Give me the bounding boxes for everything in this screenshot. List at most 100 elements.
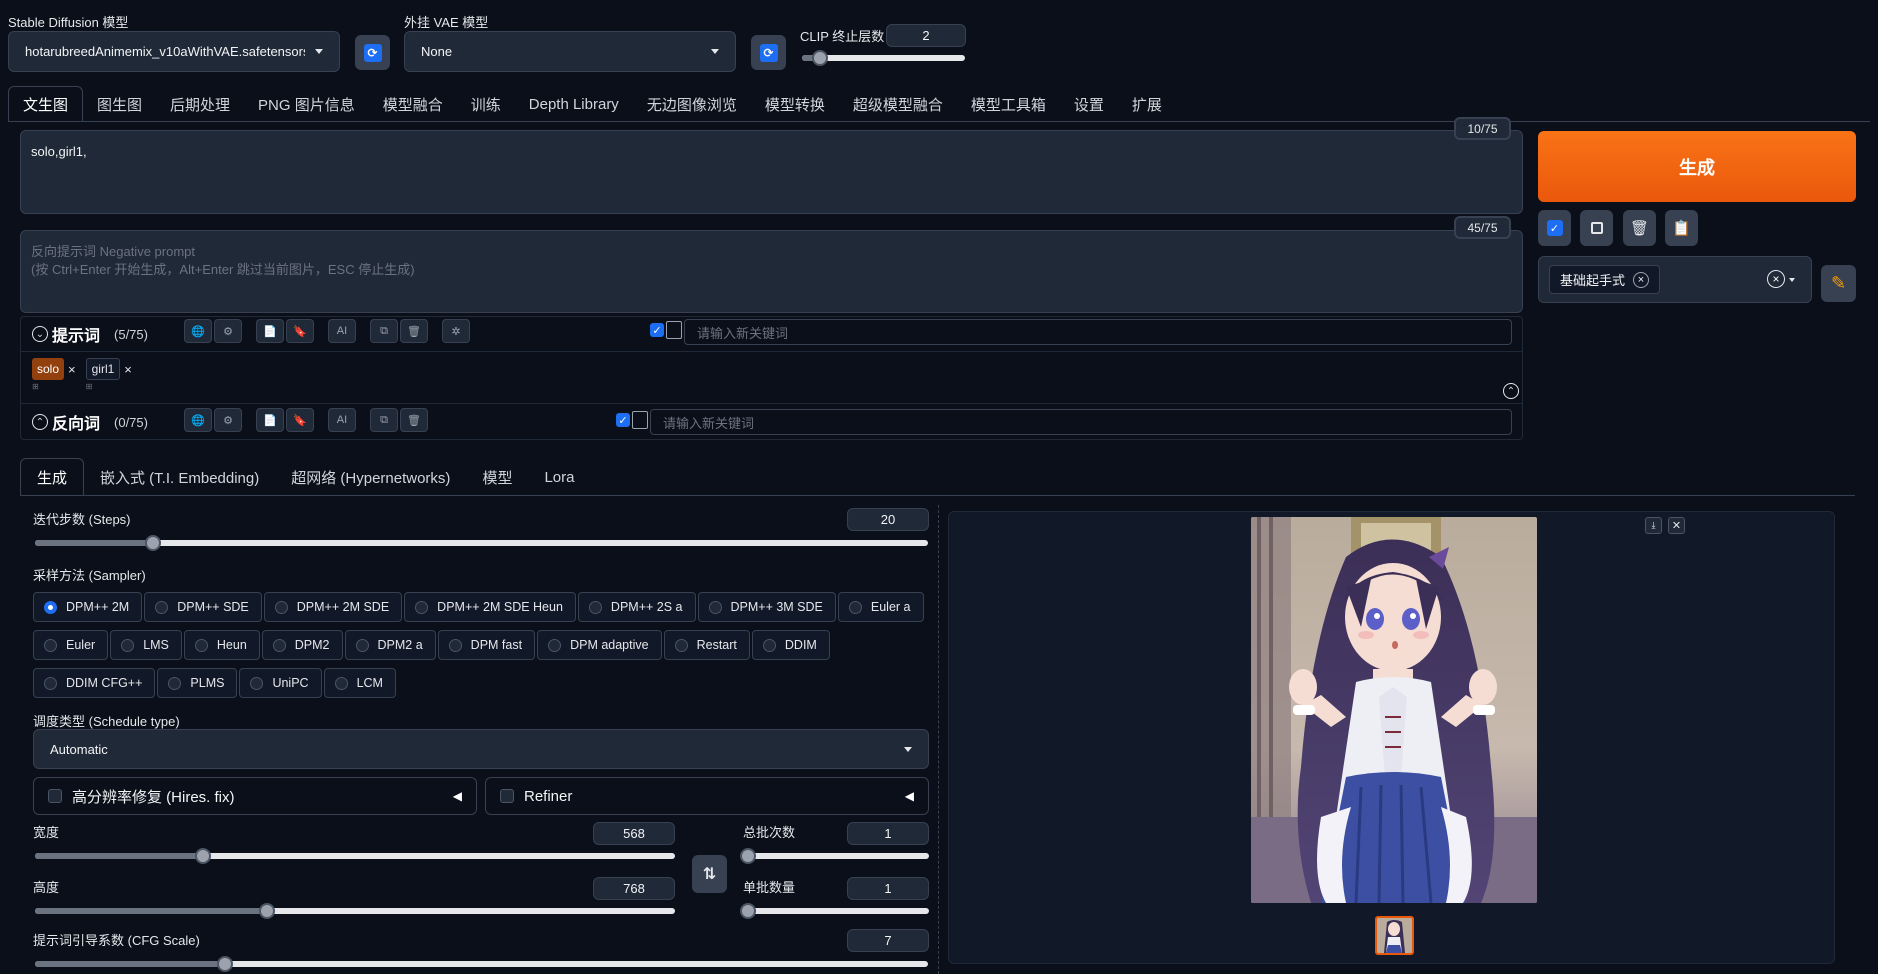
sampler-option[interactable]: Euler a — [837, 592, 924, 622]
edit-styles-button[interactable]: ✎ — [1821, 265, 1856, 302]
steps-slider[interactable] — [35, 535, 928, 551]
drag-handle-icon[interactable]: ⊞ — [32, 382, 76, 391]
width-slider[interactable] — [35, 848, 675, 864]
trash-icon[interactable]: 🗑 — [400, 319, 428, 343]
close-icon[interactable]: × — [1633, 271, 1650, 288]
copy-icon[interactable]: ⧉ — [370, 319, 398, 343]
close-icon[interactable]: × — [68, 362, 76, 377]
steps-slider-thumb[interactable] — [145, 535, 162, 551]
sampler-option[interactable]: DPM2 — [261, 630, 343, 660]
main-tab-8[interactable]: 模型转换 — [751, 86, 839, 122]
ai-icon[interactable]: AI — [328, 319, 356, 343]
main-tab-5[interactable]: 训练 — [457, 86, 515, 122]
gallery-thumbnail[interactable] — [1375, 916, 1414, 955]
tag-label[interactable]: girl1 — [85, 358, 121, 380]
neg-keyword-input[interactable]: 请输入新关键词 — [650, 409, 1512, 435]
paste-button[interactable]: 📋 — [1665, 210, 1698, 246]
file-icon[interactable]: 📄 — [256, 319, 284, 343]
neg-keywords-header[interactable]: ⌃ 反向词 (0/75) — [32, 410, 148, 434]
refiner-checkbox[interactable] — [500, 789, 514, 803]
batch-size-slider-thumb[interactable] — [740, 903, 756, 919]
sampler-option[interactable]: DPM++ 2S a — [577, 592, 696, 622]
sampler-option[interactable]: Heun — [183, 630, 260, 660]
negative-prompt-textarea[interactable]: 反向提示词 Negative prompt (按 Ctrl+Enter 开始生成… — [20, 230, 1523, 313]
width-number-input[interactable]: 568 — [593, 822, 675, 845]
swap-dimensions-button[interactable]: ⇅ — [692, 855, 727, 893]
main-tab-6[interactable]: Depth Library — [515, 86, 633, 122]
sampler-option[interactable]: DPM fast — [437, 630, 536, 660]
sampler-option[interactable]: DPM adaptive — [537, 630, 662, 660]
vae-dropdown[interactable]: None — [404, 31, 736, 72]
styles-dropdown[interactable]: 基础起手式 × × — [1538, 256, 1812, 303]
sub-tab-1[interactable]: 嵌入式 (T.I. Embedding) — [84, 458, 275, 496]
sampler-option[interactable]: DPM2 a — [344, 630, 436, 660]
sampler-option[interactable]: DDIM CFG++ — [33, 668, 156, 698]
sampler-option[interactable]: DPM++ 2M SDE — [263, 592, 403, 622]
clear-prompt-button[interactable]: 🗑 — [1623, 210, 1656, 246]
main-tab-1[interactable]: 图生图 — [83, 86, 156, 122]
sd-model-dropdown[interactable]: hotarubreedAnimemix_v10aWithVAE.safetens… — [8, 31, 340, 72]
gear-icon[interactable]: ⚙ — [214, 319, 242, 343]
height-number-input[interactable]: 768 — [593, 877, 675, 900]
sd-refresh-button[interactable]: ⟳ — [355, 35, 390, 70]
tag-item-solo[interactable]: solo × ⊞ — [32, 358, 76, 391]
hires-fix-accordion[interactable]: 高分辨率修复 (Hires. fix) ◀ — [33, 777, 477, 815]
stop-button[interactable] — [1580, 210, 1613, 246]
close-icon[interactable]: × — [124, 362, 132, 377]
prompt-keyword-input[interactable]: 请输入新关键词 — [684, 319, 1512, 345]
sampler-option[interactable]: LCM — [323, 668, 396, 698]
collapse-up-icon[interactable]: ⌃ — [1503, 383, 1519, 399]
main-tab-7[interactable]: 无边图像浏览 — [633, 86, 751, 122]
bookmark-icon[interactable]: 🔖 — [286, 319, 314, 343]
sub-tab-2[interactable]: 超网络 (Hypernetworks) — [275, 458, 466, 496]
bookmark-icon[interactable]: 🔖 — [286, 408, 314, 432]
height-slider-thumb[interactable] — [259, 903, 276, 919]
generate-button[interactable]: 生成 — [1538, 131, 1856, 202]
file-icon[interactable]: 📄 — [256, 408, 284, 432]
neg-keyword-checkbox[interactable]: ✓ — [616, 411, 648, 429]
cfg-number-input[interactable]: 7 — [847, 929, 929, 952]
sub-tab-3[interactable]: 模型 — [466, 458, 528, 496]
main-tab-12[interactable]: 扩展 — [1118, 86, 1176, 122]
globe-icon[interactable]: 🌐 — [184, 319, 212, 343]
clip-slider-thumb[interactable] — [812, 50, 828, 66]
main-tab-3[interactable]: PNG 图片信息 — [244, 86, 369, 122]
sampler-option[interactable]: UniPC — [239, 668, 322, 698]
sub-tab-4[interactable]: Lora — [528, 458, 590, 496]
sampler-option[interactable]: Euler — [33, 630, 109, 660]
schedule-dropdown[interactable]: Automatic — [33, 729, 929, 769]
sampler-option[interactable]: Restart — [663, 630, 750, 660]
prompt-textarea[interactable]: solo,girl1, — [20, 130, 1523, 214]
trash-icon[interactable]: 🗑 — [400, 408, 428, 432]
tag-item-girl1[interactable]: girl1 × ⊞ — [85, 358, 132, 391]
main-tab-10[interactable]: 模型工具箱 — [957, 86, 1060, 122]
globe-icon[interactable]: 🌐 — [184, 408, 212, 432]
batch-count-slider[interactable] — [740, 848, 929, 864]
download-icon[interactable]: ⤓ — [1645, 517, 1662, 534]
width-slider-thumb[interactable] — [195, 848, 212, 864]
apply-styles-button[interactable]: ✓ — [1538, 210, 1571, 246]
drag-handle-icon[interactable]: ⊞ — [86, 382, 132, 391]
height-slider[interactable] — [35, 903, 675, 919]
steps-number-input[interactable]: 20 — [847, 508, 929, 531]
sampler-option[interactable]: DPM++ 2M — [33, 592, 143, 622]
vae-refresh-button[interactable]: ⟳ — [751, 35, 786, 70]
sub-tab-0[interactable]: 生成 — [20, 458, 85, 496]
openai-icon[interactable]: ✲ — [442, 319, 470, 343]
hires-fix-checkbox[interactable] — [48, 789, 62, 803]
prompt-keywords-header[interactable]: ⌄ 提示词 (5/75) — [32, 322, 148, 346]
sampler-option[interactable]: DDIM — [751, 630, 830, 660]
copy-icon[interactable]: ⧉ — [370, 408, 398, 432]
main-tab-4[interactable]: 模型融合 — [369, 86, 457, 122]
sampler-option[interactable]: PLMS — [157, 668, 238, 698]
batch-count-number-input[interactable]: 1 — [847, 822, 929, 845]
batch-count-slider-thumb[interactable] — [740, 848, 756, 864]
main-tab-2[interactable]: 后期处理 — [156, 86, 244, 122]
clip-slider[interactable] — [802, 50, 965, 66]
refiner-accordion[interactable]: Refiner ◀ — [485, 777, 929, 815]
main-tab-11[interactable]: 设置 — [1060, 86, 1118, 122]
main-tab-0[interactable]: 文生图 — [8, 86, 84, 122]
gear-icon[interactable]: ⚙ — [214, 408, 242, 432]
close-icon[interactable]: ✕ — [1668, 517, 1685, 534]
batch-size-number-input[interactable]: 1 — [847, 877, 929, 900]
